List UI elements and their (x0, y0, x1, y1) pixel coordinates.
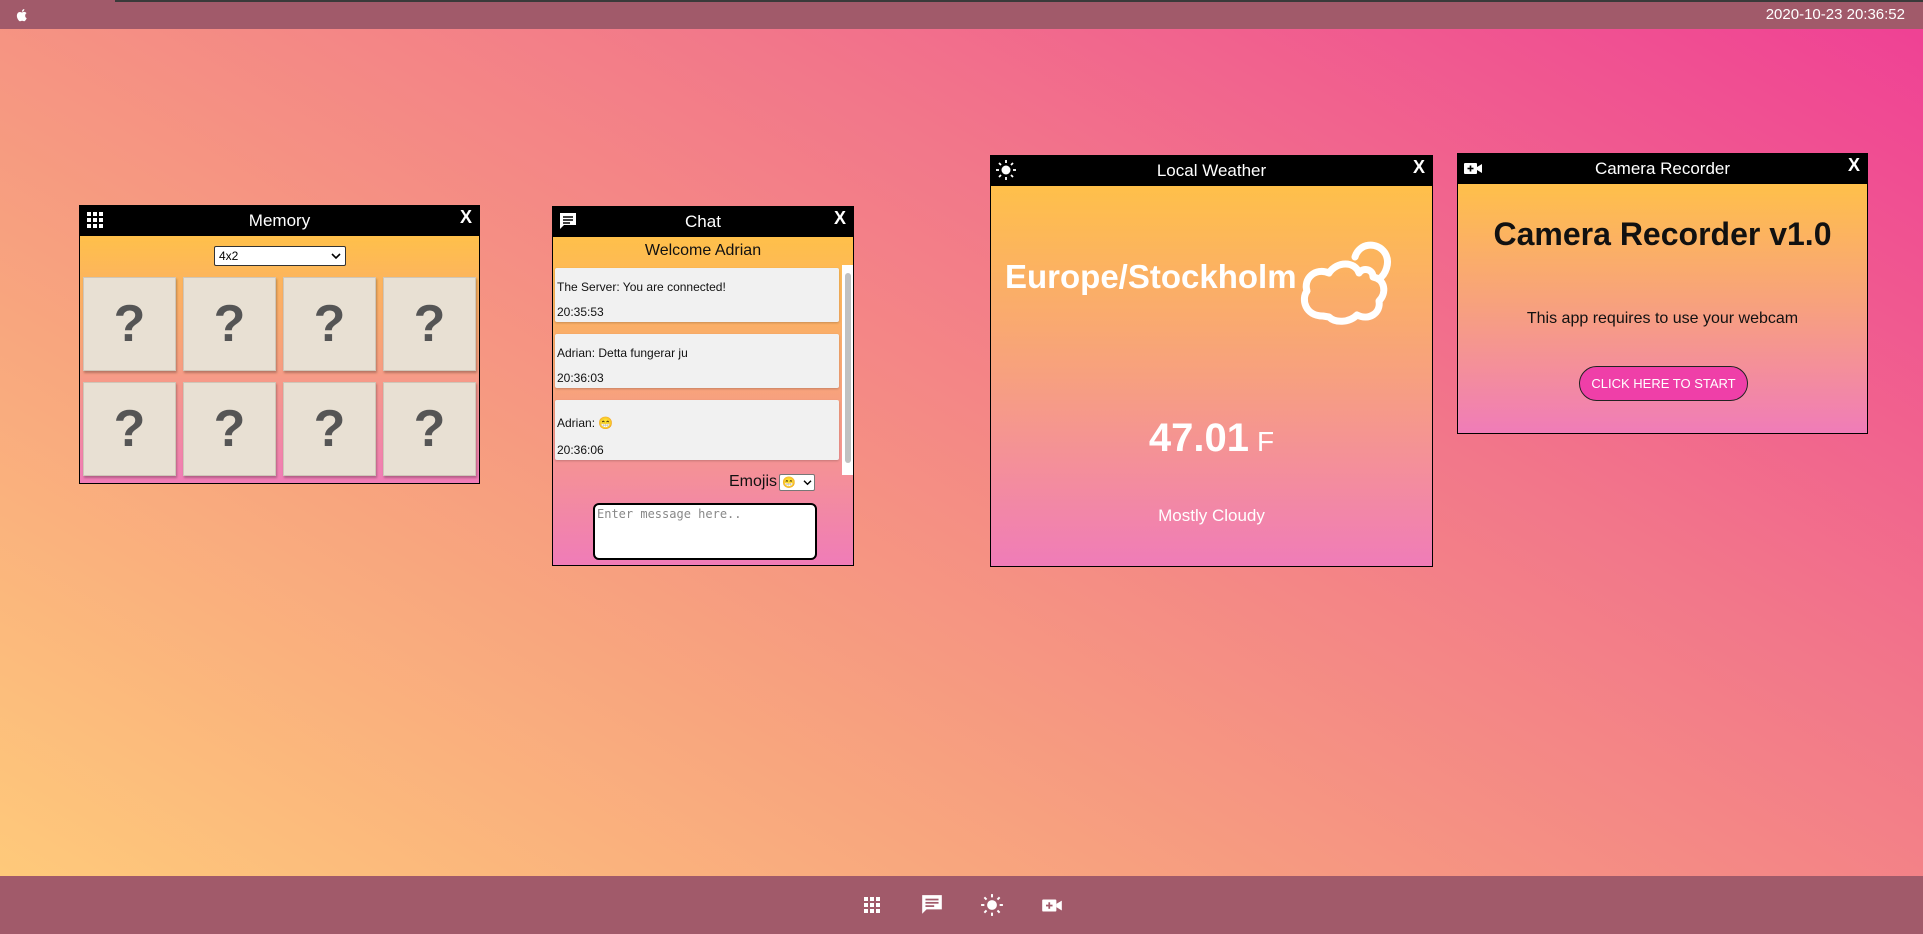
memory-board: ? ? ? ? ? ? ? ? (83, 277, 476, 476)
memory-card[interactable]: ? (83, 277, 176, 371)
camera-titlebar[interactable]: Camera Recorder X (1458, 154, 1867, 184)
chat-bubble-icon (921, 895, 942, 914)
chat-window: Chat X Welcome Adrian The Server: You ar… (552, 206, 854, 566)
chat-message: The Server: You are connected! 20:35:53 (555, 268, 839, 322)
window-title: Memory (248, 211, 311, 230)
weather-window: Local Weather X Europe/Stockholm 47.01 F … (990, 155, 1433, 567)
welcome-text: Welcome Adrian (644, 242, 762, 259)
top-bar: 2020-10-23 20:36:52 (0, 0, 1923, 29)
taskbar-weather-button[interactable] (980, 893, 1004, 917)
message-time: 20:36:06 (557, 443, 604, 457)
window-title: Chat (685, 212, 721, 231)
memory-card[interactable]: ? (383, 277, 476, 371)
chevron-down-icon (331, 253, 341, 260)
message-time: 20:35:53 (557, 305, 604, 319)
grid-icon (87, 212, 103, 228)
emoji-select[interactable]: 😁 (779, 473, 816, 491)
temperature: 47.01 F (991, 416, 1432, 461)
city-name: Europe/Stockholm (1005, 258, 1297, 295)
message-scrollbar[interactable] (842, 265, 853, 475)
memory-window: Memory X 4x2 ? ? ? ? ? ? ? ? (79, 205, 480, 484)
temperature-unit: F (1257, 426, 1275, 457)
video-camera-icon (1041, 899, 1062, 912)
video-camera-icon (1464, 163, 1482, 174)
memory-card[interactable]: ? (183, 277, 276, 371)
board-size-value: 4x2 (219, 249, 239, 263)
memory-card[interactable]: ? (83, 382, 176, 476)
cloud-icon (1300, 241, 1391, 325)
camera-heading: Camera Recorder v1.0 (1493, 216, 1832, 252)
camera-description: This app requires to use your webcam (1526, 310, 1799, 327)
weather-body: Europe/Stockholm 47.01 F Mostly Cloudy (991, 186, 1432, 566)
clock: 2020-10-23 20:36:52 (1765, 6, 1905, 23)
message-text: Adrian: 😁 (557, 416, 614, 430)
chat-bubble-icon (560, 213, 576, 229)
sun-icon (980, 894, 1003, 916)
close-button[interactable]: X (460, 207, 472, 228)
taskbar-camera-button[interactable] (1040, 893, 1064, 917)
temperature-value: 47.01 (1148, 416, 1249, 460)
message-time: 20:36:03 (557, 371, 604, 385)
taskbar (0, 876, 1923, 934)
chat-message: Adrian: Detta fungerar ju 20:36:03 (555, 334, 839, 388)
start-button[interactable]: CLICK HERE TO START (1579, 366, 1748, 401)
memory-body: 4x2 ? ? ? ? ? ? ? ? (80, 236, 479, 483)
chat-titlebar[interactable]: Chat X (553, 207, 853, 237)
apple-icon[interactable] (14, 7, 30, 23)
emoji-selected: 😁 (782, 476, 796, 489)
memory-card[interactable]: ? (183, 382, 276, 476)
emojis-label: Emojis (729, 473, 778, 490)
message-text: The Server: You are connected! (557, 280, 726, 294)
close-button[interactable]: X (1413, 157, 1425, 178)
close-button[interactable]: X (834, 208, 846, 229)
window-title: Camera Recorder (1594, 159, 1731, 178)
scrollbar-thumb[interactable] (845, 273, 851, 463)
board-size-select[interactable]: 4x2 (214, 246, 346, 266)
chevron-down-icon (803, 479, 812, 485)
message-input[interactable]: Enter message here.. (593, 503, 817, 560)
grid-icon (863, 897, 880, 913)
sun-icon (996, 160, 1016, 180)
emoji-picker: Emojis 😁 (729, 473, 816, 491)
camera-body: Camera Recorder v1.0 This app requires t… (1458, 184, 1867, 433)
taskbar-memory-button[interactable] (860, 893, 884, 917)
weather-condition: Mostly Cloudy (1158, 506, 1265, 525)
chat-body: Welcome Adrian The Server: You are conne… (553, 237, 853, 565)
message-text: Adrian: Detta fungerar ju (557, 346, 688, 360)
weather-titlebar[interactable]: Local Weather X (991, 156, 1432, 186)
message-list: The Server: You are connected! 20:35:53 … (553, 267, 853, 477)
memory-card[interactable]: ? (283, 382, 376, 476)
memory-card[interactable]: ? (283, 277, 376, 371)
window-edge (115, 0, 1923, 2)
close-button[interactable]: X (1848, 155, 1860, 176)
camera-window: Camera Recorder X Camera Recorder v1.0 T… (1457, 153, 1868, 434)
memory-titlebar[interactable]: Memory X (80, 206, 479, 236)
memory-card[interactable]: ? (383, 382, 476, 476)
chat-message: Adrian: 😁 20:36:06 (555, 400, 839, 460)
taskbar-chat-button[interactable] (920, 893, 944, 917)
window-title: Local Weather (1156, 161, 1267, 180)
